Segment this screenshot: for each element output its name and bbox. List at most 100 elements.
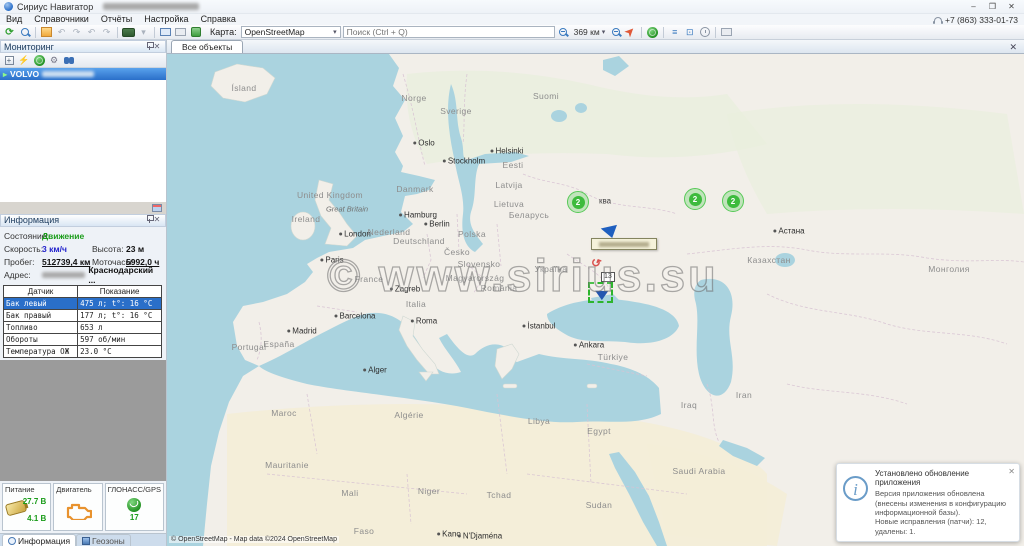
map-tab-close-icon[interactable]: ✕ <box>1006 42 1020 53</box>
power-voltage-backup: 4.1 В <box>27 514 46 523</box>
find-object-button[interactable] <box>63 54 75 66</box>
filter-table-icon[interactable] <box>152 204 162 212</box>
pin-icon[interactable] <box>142 41 152 53</box>
support-phone: +7 (863) 333-01-73 <box>934 15 1018 25</box>
sensor-table: Датчик Показание Бак левый 475 л; t°: 16… <box>3 285 162 358</box>
search-input[interactable] <box>343 26 555 38</box>
maximize-button[interactable]: ❒ <box>984 1 1001 13</box>
menu-nastroyka[interactable]: Настройка <box>144 14 188 25</box>
globe-button[interactable] <box>646 26 659 39</box>
menu-otchety[interactable]: Отчёты <box>101 14 132 25</box>
menu-spravochniki[interactable]: Справочники <box>34 14 89 25</box>
notification-title: Установлено обновление приложения <box>875 469 1013 487</box>
redacted-address <box>42 272 86 278</box>
map-canvas[interactable]: ÍslandNorgeSverigeSuomiOsloStockholmHels… <box>167 54 1024 546</box>
cluster-marker[interactable]: 2 <box>567 191 589 213</box>
app-icon <box>4 2 13 11</box>
fit-view-button[interactable]: ⊡ <box>683 26 696 39</box>
table-row[interactable]: Обороты 597 об/мин <box>4 333 162 345</box>
sensor-col-header: Датчик <box>4 285 78 297</box>
chevron-down-icon: ▾ <box>602 28 606 36</box>
engine-icon <box>56 502 99 520</box>
image-button[interactable] <box>40 26 53 39</box>
clock-icon <box>8 537 16 545</box>
moving-status-icon: ▸ <box>3 70 7 79</box>
value-col-header: Показание <box>78 285 162 297</box>
vehicle-direction-icon <box>593 285 608 300</box>
power-voltage-main: 27.7 В <box>23 497 47 506</box>
status-row: Питание 27.7 В 4.1 В Двигатель ГЛОНАСС/G… <box>0 481 166 533</box>
power-label: Питание <box>5 485 35 494</box>
map-scale-value: 369 км <box>574 27 600 37</box>
selected-vehicle-marker[interactable] <box>588 282 613 303</box>
redo-button[interactable]: ↷ <box>70 26 83 39</box>
expand-tree-button[interactable]: + <box>3 54 15 66</box>
redacted-tooltip-text <box>599 242 649 247</box>
altitude-value: 23 м <box>126 244 144 254</box>
map-scale-select[interactable]: 369 км ▾ <box>572 27 608 37</box>
notification-body-2: Новые исправления (патчи): 12, удалены: … <box>875 517 1013 536</box>
navigate-home-button[interactable]: ➤ <box>624 26 637 39</box>
redacted-plate <box>42 71 94 77</box>
toolbar-separator <box>715 27 716 38</box>
cluster-marker[interactable]: 2 <box>684 188 706 210</box>
notification-close-icon[interactable]: ✕ <box>1008 467 1015 476</box>
monitoring-list-body[interactable] <box>0 80 166 202</box>
toolbar-separator <box>641 27 642 38</box>
cluster-count: 2 <box>727 195 740 208</box>
altitude-label: Высота: <box>92 244 126 254</box>
main-toolbar: ⟳ ↶ ↷ ↶ ↷ ▾ Карта: OpenStreetMap ▾ 369 к… <box>0 25 1024 40</box>
zoom-in-button[interactable] <box>557 26 570 39</box>
table-row[interactable]: Бак правый 177 л; t°: 16 °C <box>4 309 162 321</box>
screens-alt-button[interactable] <box>174 26 187 39</box>
info-fields: Состояние: Движение Скорость: 3 км/ч Выс… <box>0 227 166 284</box>
table-row[interactable]: Температура ОЖ 23.0 °C <box>4 345 162 357</box>
vehicle-menu-button[interactable] <box>122 26 135 39</box>
app-window: Сириус Навигатор – ❒ ✕ Вид Справочники О… <box>0 0 1024 546</box>
table-row[interactable]: Бак левый 475 л; t°: 16 °C <box>4 297 162 309</box>
screens-button[interactable] <box>159 26 172 39</box>
tab-geozones[interactable]: Геозоны <box>76 534 131 546</box>
track-back-button[interactable]: ↶ <box>85 26 98 39</box>
map-select-label: Карта: <box>210 27 237 37</box>
map-provider-select[interactable]: OpenStreetMap ▾ <box>241 26 341 38</box>
address-label: Адрес: <box>4 270 42 280</box>
glonass-gps-icon <box>127 498 141 512</box>
map-tab-bar: Все объекты ✕ <box>167 40 1024 54</box>
speed-label: Скорость: <box>4 244 42 254</box>
list-view-button[interactable]: ≡ <box>668 26 681 39</box>
map-attribution: © OpenStreetMap - Map data ©2024 OpenStr… <box>169 536 339 543</box>
minimize-button[interactable]: – <box>965 1 982 13</box>
history-button[interactable] <box>698 26 711 39</box>
map-area: Все объекты ✕ <box>167 40 1024 546</box>
map-provider-value: OpenStreetMap <box>245 27 333 38</box>
monitoring-toolbar: + ⚡ ⚙ <box>0 53 166 68</box>
refresh-button[interactable]: ⟳ <box>3 26 16 39</box>
pin-icon[interactable] <box>142 214 152 226</box>
engine-box: Двигатель <box>53 483 102 531</box>
state-value: Движение <box>42 231 84 241</box>
tab-all-objects[interactable]: Все объекты <box>171 40 243 53</box>
undo-button[interactable]: ↶ <box>55 26 68 39</box>
vehicle-menu-dropdown[interactable]: ▾ <box>137 26 150 39</box>
menu-vid[interactable]: Вид <box>6 14 22 25</box>
show-on-map-button[interactable] <box>33 54 45 66</box>
close-button[interactable]: ✕ <box>1003 1 1020 13</box>
mileage-value[interactable]: 512739,4 км <box>42 257 92 267</box>
track-forward-button[interactable]: ↷ <box>100 26 113 39</box>
speed-value: 3 км/ч <box>42 244 92 254</box>
tab-information[interactable]: Информация <box>2 534 76 546</box>
vehicle-row-volvo[interactable]: ▸ VOLVO <box>0 68 166 80</box>
archive-button[interactable] <box>189 26 202 39</box>
events-button[interactable]: ⚡ <box>18 54 30 66</box>
search-icon-button[interactable] <box>18 26 31 39</box>
satellite-count: 17 <box>108 513 161 522</box>
panel-toggle-button[interactable] <box>720 26 733 39</box>
menu-spravka[interactable]: Справка <box>201 14 236 25</box>
zoom-out-button[interactable] <box>609 26 622 39</box>
settings-button[interactable]: ⚙ <box>48 54 60 66</box>
cluster-marker[interactable]: 2 <box>722 190 744 212</box>
vehicle-map-tooltip <box>591 238 657 250</box>
toolbar-separator <box>117 27 118 38</box>
table-row[interactable]: Топливо 653 л <box>4 321 162 333</box>
